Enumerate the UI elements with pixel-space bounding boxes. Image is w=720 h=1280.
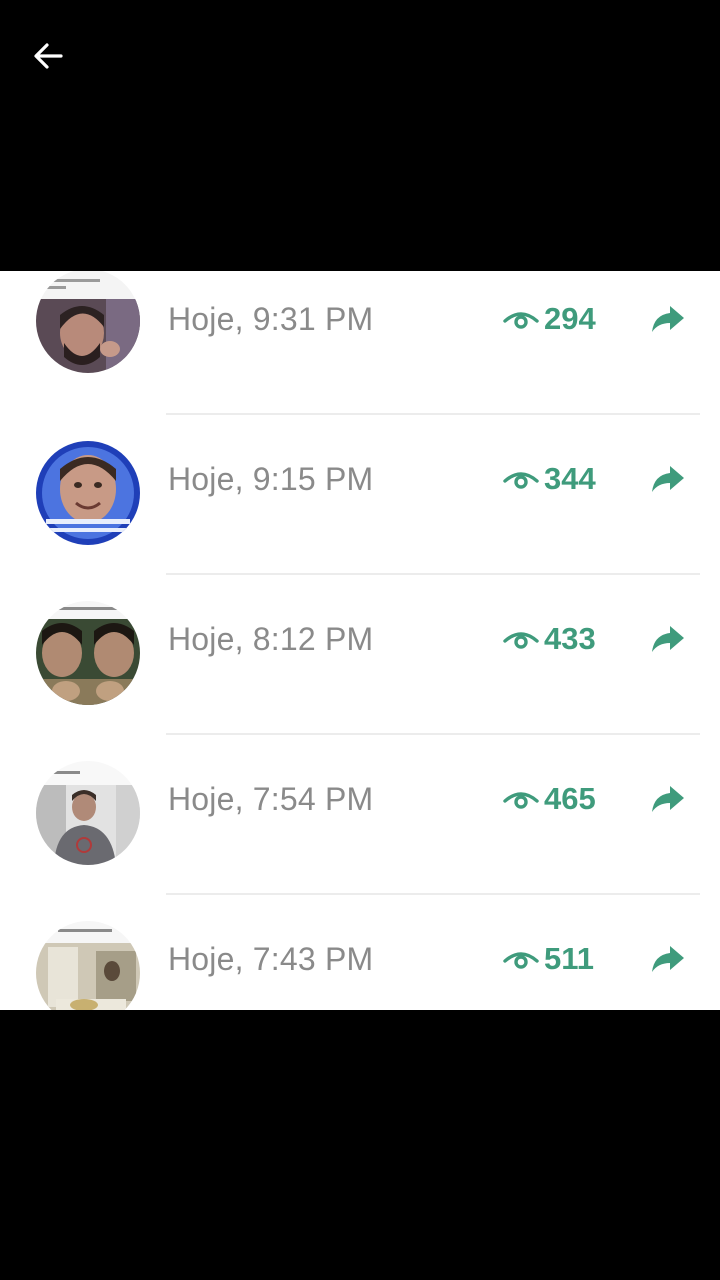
status-thumbnail: [36, 441, 140, 545]
view-count-value: 294: [544, 301, 596, 336]
status-thumbnail: [36, 921, 140, 1010]
status-row[interactable]: Hoje, 8:12 PM 433: [0, 575, 720, 735]
status-row[interactable]: Hoje, 7:43 PM 511: [0, 895, 720, 1010]
status-time: Hoje, 8:12 PM: [168, 621, 374, 657]
share-arrow-icon: [652, 626, 684, 652]
view-count[interactable]: 344: [502, 459, 596, 499]
status-list-panel: Hoje, 9:31 PM 294 Hoje, 9:15 PM 344 Hoje…: [0, 271, 720, 1010]
status-row[interactable]: Hoje, 7:54 PM 465: [0, 735, 720, 895]
share-arrow-icon: [652, 306, 684, 332]
back-button[interactable]: [22, 30, 74, 82]
status-time: Hoje, 7:54 PM: [168, 781, 374, 817]
eye-icon: [503, 312, 539, 329]
eye-icon: [503, 792, 539, 809]
status-thumbnail: [36, 761, 140, 865]
top-bar: [0, 0, 720, 110]
eye-icon: [503, 952, 539, 969]
status-time: Hoje, 7:43 PM: [168, 941, 374, 977]
status-row[interactable]: Hoje, 9:15 PM 344: [0, 415, 720, 575]
share-button[interactable]: [646, 937, 690, 981]
view-count[interactable]: 511: [502, 939, 594, 979]
share-button[interactable]: [646, 777, 690, 821]
share-arrow-icon: [652, 466, 684, 492]
eye-icon: [503, 632, 539, 649]
arrow-left-icon: [34, 43, 63, 69]
bottom-letterbox: [0, 1010, 720, 1280]
view-count-value: 511: [544, 941, 595, 976]
status-time: Hoje, 9:15 PM: [168, 461, 374, 497]
share-arrow-icon: [652, 786, 684, 812]
share-button[interactable]: [646, 297, 690, 341]
view-count-value: 465: [544, 781, 596, 816]
view-count[interactable]: 433: [502, 619, 596, 659]
view-count-value: 344: [544, 461, 596, 496]
share-arrow-icon: [652, 946, 684, 972]
view-count[interactable]: 465: [502, 779, 596, 819]
status-thumbnail: [36, 271, 140, 373]
eye-icon: [503, 472, 539, 489]
share-button[interactable]: [646, 457, 690, 501]
share-button[interactable]: [646, 617, 690, 661]
status-row[interactable]: Hoje, 9:31 PM 294: [0, 271, 720, 415]
status-time: Hoje, 9:31 PM: [168, 301, 374, 337]
status-thumbnail: [36, 601, 140, 705]
view-count[interactable]: 294: [502, 299, 596, 339]
view-count-value: 433: [544, 621, 596, 656]
